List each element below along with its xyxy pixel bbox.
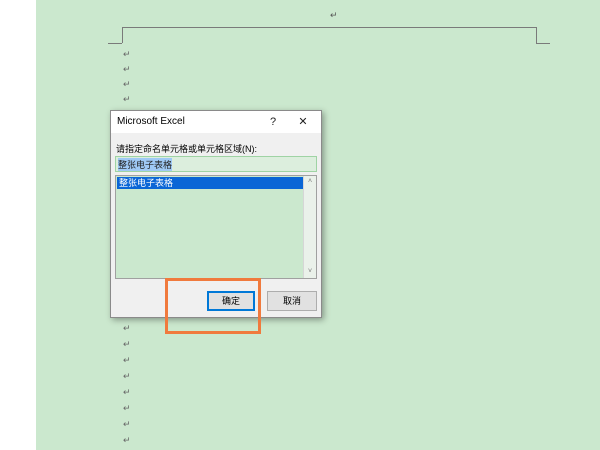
header-line xyxy=(122,27,536,28)
range-prompt-label: 请指定命名单元格或单元格区域(N): xyxy=(116,144,257,154)
dialog-title: Microsoft Excel xyxy=(117,116,185,127)
corner-mark-right xyxy=(536,43,550,44)
paragraph-mark: ↵ xyxy=(123,355,131,365)
paragraph-mark: ↵ xyxy=(123,435,131,445)
range-name-input-text: 整张电子表格 xyxy=(118,158,173,171)
paragraph-mark: ↵ xyxy=(123,403,131,413)
paragraph-mark: ↵ xyxy=(123,387,131,397)
cancel-button[interactable]: 取消 xyxy=(267,291,317,311)
paragraph-mark: ↵ xyxy=(123,64,131,74)
list-item[interactable]: 整张电子表格 xyxy=(117,177,305,189)
range-listbox[interactable]: 整张电子表格 ˄ ˅ xyxy=(115,175,317,279)
header-tick-right xyxy=(536,27,537,43)
range-name-input[interactable]: 整张电子表格 xyxy=(115,156,317,172)
listbox-scrollbar[interactable]: ˄ ˅ xyxy=(303,176,316,278)
paragraph-mark: ↵ xyxy=(123,94,131,104)
paragraph-mark: ↵ xyxy=(123,323,131,333)
paragraph-mark: ↵ xyxy=(123,339,131,349)
paragraph-mark: ↵ xyxy=(123,79,131,89)
corner-mark-left xyxy=(108,43,122,44)
header-tick-left xyxy=(122,27,123,43)
paragraph-mark: ↵ xyxy=(123,419,131,429)
left-page-margin xyxy=(0,0,36,450)
paragraph-mark: ↵ xyxy=(123,371,131,381)
highlight-box xyxy=(165,278,261,334)
dialog-titlebar[interactable]: Microsoft Excel ? ✕ xyxy=(111,111,321,133)
help-button[interactable]: ? xyxy=(263,113,283,131)
top-paragraph-mark: ↵ xyxy=(330,10,338,20)
scroll-down-icon[interactable]: ˅ xyxy=(304,266,316,278)
close-icon[interactable]: ✕ xyxy=(293,113,313,131)
paragraph-mark: ↵ xyxy=(123,49,131,59)
scroll-up-icon[interactable]: ˄ xyxy=(304,176,316,188)
